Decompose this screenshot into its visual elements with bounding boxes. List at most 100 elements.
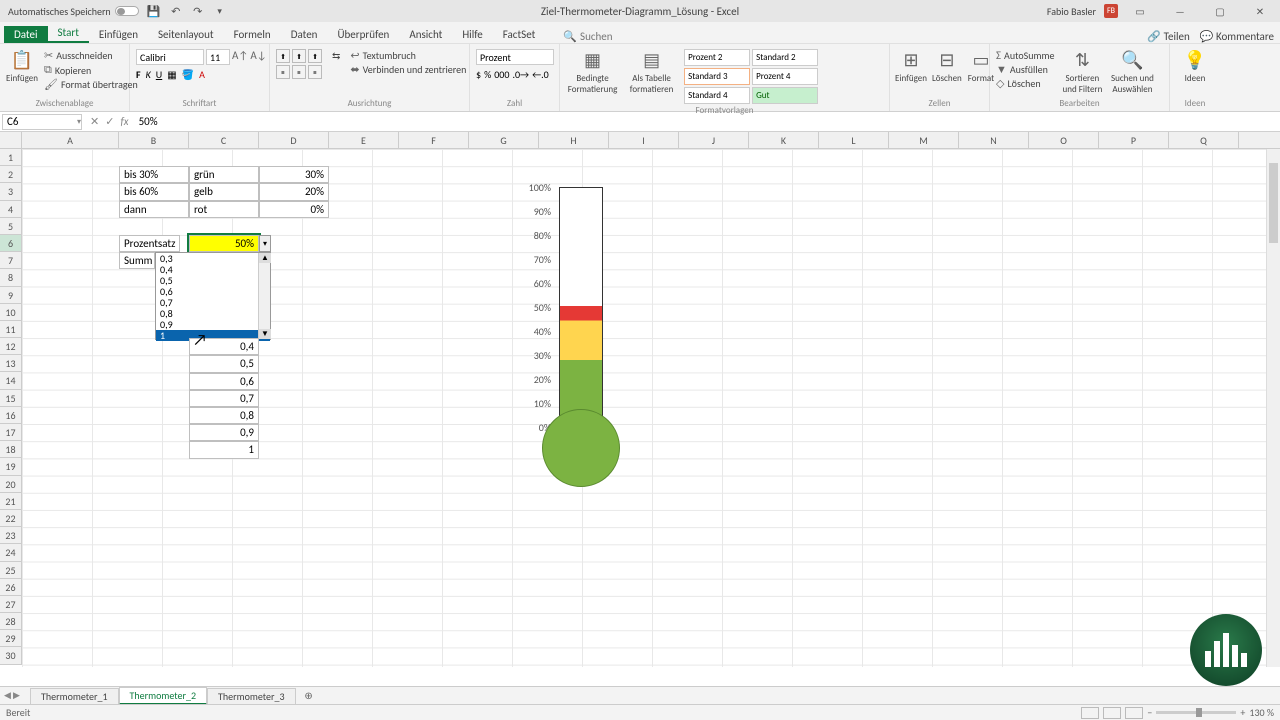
page-break-view-button[interactable] — [1125, 707, 1143, 719]
zoom-out-button[interactable]: − — [1147, 706, 1152, 719]
share-button[interactable]: 🔗 Teilen — [1147, 30, 1189, 43]
tab-factset[interactable]: FactSet — [493, 26, 546, 43]
cell[interactable]: 30% — [259, 166, 329, 183]
row-header[interactable]: 1 — [0, 149, 21, 166]
font-name-select[interactable]: Calibri — [136, 49, 204, 65]
column-header[interactable]: O — [1029, 132, 1099, 148]
row-header[interactable]: 3 — [0, 183, 21, 200]
sheet-nav[interactable]: ◀ ▶ — [4, 690, 20, 701]
spreadsheet-grid[interactable]: ABCDEFGHIJKLMNOPQ 1234567891011121314151… — [0, 132, 1280, 667]
column-header[interactable]: E — [329, 132, 399, 148]
row-header[interactable]: 13 — [0, 355, 21, 372]
undo-icon[interactable]: ↶ — [169, 4, 183, 18]
font-color-button[interactable]: A — [199, 68, 205, 81]
search-box[interactable]: 🔍 Suchen — [563, 30, 612, 43]
select-all-corner[interactable] — [0, 132, 22, 148]
row-header[interactable]: 27 — [0, 596, 21, 613]
qat-more-icon[interactable]: ▾ — [213, 4, 227, 18]
row-header[interactable]: 8 — [0, 269, 21, 286]
list-cell[interactable]: 0,5 — [189, 355, 259, 372]
style-standard4[interactable]: Standard 4 — [684, 87, 750, 104]
tab-insert[interactable]: Einfügen — [89, 26, 148, 43]
sheet-tab-2[interactable]: Thermometer_2 — [119, 687, 208, 705]
decrease-font-icon[interactable]: A↓ — [250, 49, 266, 65]
summe-label[interactable]: Summ — [119, 252, 155, 269]
list-cell[interactable]: 0,9 — [189, 424, 259, 441]
dropdown-item[interactable]: 0,6 — [156, 286, 270, 297]
row-header[interactable]: 11 — [0, 321, 21, 338]
tab-review[interactable]: Überprüfen — [327, 26, 399, 43]
column-header[interactable]: A — [22, 132, 119, 148]
currency-button[interactable]: $ — [476, 68, 481, 81]
row-header[interactable]: 10 — [0, 304, 21, 321]
percent-button[interactable]: % — [484, 68, 491, 81]
tab-file[interactable]: Datei — [4, 26, 48, 43]
row-header[interactable]: 19 — [0, 458, 21, 475]
row-header[interactable]: 26 — [0, 579, 21, 596]
user-avatar[interactable]: FB — [1104, 4, 1118, 18]
row-header[interactable]: 18 — [0, 441, 21, 458]
redo-icon[interactable]: ↷ — [191, 4, 205, 18]
zoom-slider[interactable] — [1156, 711, 1236, 714]
row-header[interactable]: 29 — [0, 630, 21, 647]
find-select-button[interactable]: 🔍Suchen und Auswählen — [1110, 49, 1154, 95]
dropdown-list[interactable]: 0,30,40,50,60,70,80,91▲▼ — [155, 252, 271, 340]
column-header[interactable]: M — [889, 132, 959, 148]
tab-start[interactable]: Start — [48, 24, 89, 43]
increase-decimal-button[interactable]: .0→ — [512, 68, 529, 81]
enter-formula-icon[interactable]: ✓ — [105, 115, 114, 128]
comments-button[interactable]: 💬 Kommentare — [1200, 30, 1274, 43]
list-cell[interactable]: 0,7 — [189, 390, 259, 407]
column-header[interactable]: L — [819, 132, 889, 148]
column-headers[interactable]: ABCDEFGHIJKLMNOPQ — [0, 132, 1280, 149]
clear-button[interactable]: ◇Löschen — [996, 77, 1054, 90]
row-header[interactable]: 20 — [0, 476, 21, 493]
column-header[interactable]: Q — [1169, 132, 1239, 148]
dropdown-item[interactable]: 0,3 — [156, 253, 270, 264]
toggle-icon[interactable] — [115, 6, 139, 16]
sheet-tab-1[interactable]: Thermometer_1 — [30, 688, 119, 704]
formula-input[interactable] — [135, 115, 1135, 128]
ribbon-options-icon[interactable]: ▭ — [1122, 0, 1158, 22]
dropdown-item[interactable]: 0,4 — [156, 264, 270, 275]
prozentsatz-value[interactable]: 50% — [189, 235, 259, 252]
cell[interactable]: rot — [189, 201, 259, 218]
zoom-in-button[interactable]: + — [1240, 706, 1245, 719]
column-header[interactable]: P — [1099, 132, 1169, 148]
list-cell[interactable]: 0,4 — [189, 338, 259, 355]
column-header[interactable]: J — [679, 132, 749, 148]
style-standard2[interactable]: Standard 2 — [752, 49, 818, 66]
bold-button[interactable]: F — [136, 68, 141, 81]
sheet-tab-3[interactable]: Thermometer_3 — [207, 688, 296, 704]
cell[interactable]: grün — [189, 166, 259, 183]
row-header[interactable]: 15 — [0, 390, 21, 407]
paste-button[interactable]: 📋Einfügen — [6, 49, 38, 84]
row-header[interactable]: 7 — [0, 252, 21, 269]
row-header[interactable]: 25 — [0, 562, 21, 579]
cut-button[interactable]: ✂Ausschneiden — [44, 49, 138, 62]
row-header[interactable]: 23 — [0, 527, 21, 544]
ideas-button[interactable]: 💡Ideen — [1176, 49, 1214, 84]
column-header[interactable]: N — [959, 132, 1029, 148]
dropdown-item[interactable]: 0,8 — [156, 308, 270, 319]
tab-data[interactable]: Daten — [281, 26, 328, 43]
row-header[interactable]: 28 — [0, 613, 21, 630]
column-header[interactable]: K — [749, 132, 819, 148]
cell[interactable]: bis 60% — [119, 183, 189, 200]
conditional-formatting-button[interactable]: ▦Bedingte Formatierung — [566, 49, 619, 95]
comma-button[interactable]: 000 — [494, 68, 509, 81]
close-icon[interactable]: ✕ — [1242, 0, 1278, 22]
dropdown-item[interactable]: 0,7 — [156, 297, 270, 308]
autosum-button[interactable]: ΣAutoSumme — [996, 49, 1054, 62]
maximize-icon[interactable]: ▢ — [1202, 0, 1238, 22]
indent-button[interactable]: ⇆ — [332, 49, 340, 62]
list-cell[interactable]: 0,6 — [189, 373, 259, 390]
style-standard3[interactable]: Standard 3 — [684, 68, 750, 85]
row-header[interactable]: 24 — [0, 544, 21, 561]
cell[interactable]: 20% — [259, 183, 329, 200]
column-header[interactable]: I — [609, 132, 679, 148]
tab-formulas[interactable]: Formeln — [224, 26, 281, 43]
vertical-scrollbar[interactable] — [1266, 149, 1280, 667]
row-header[interactable]: 5 — [0, 218, 21, 235]
sort-filter-button[interactable]: ⇅Sortieren und Filtern — [1060, 49, 1104, 95]
